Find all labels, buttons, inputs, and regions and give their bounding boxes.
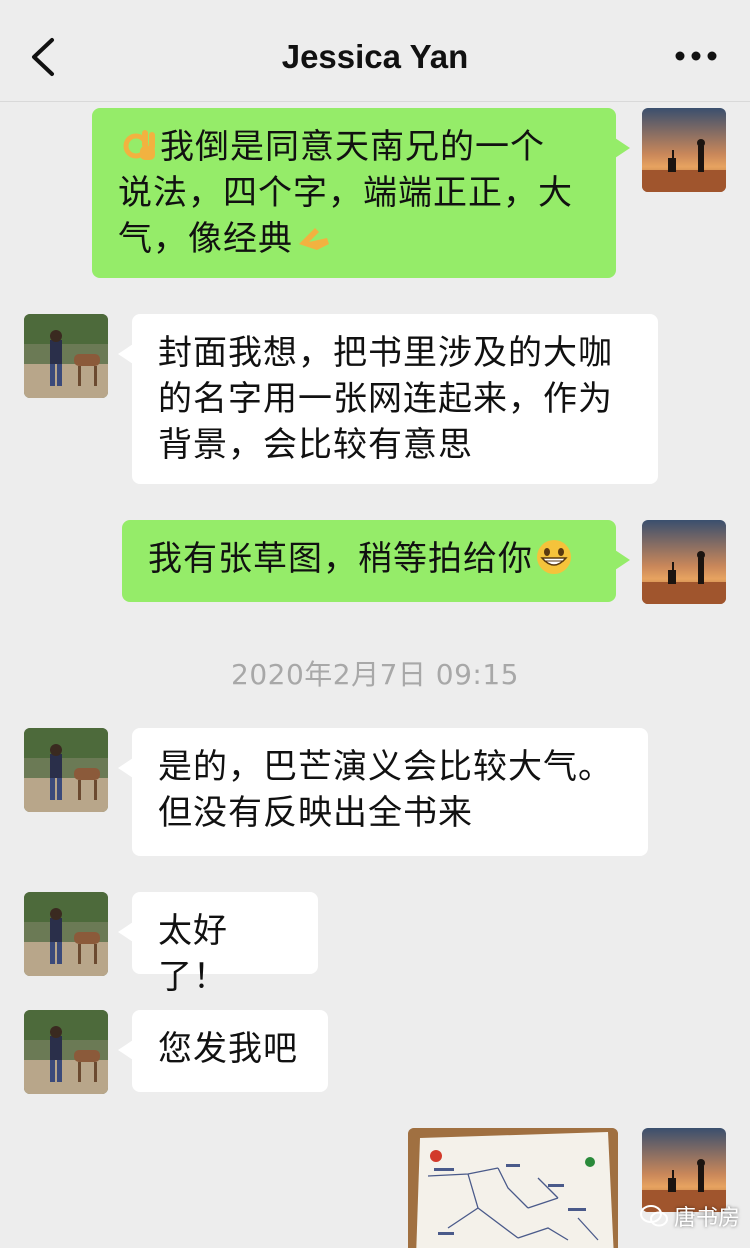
message-line: 我有张草图，稍等拍给你: [148, 536, 590, 582]
grinning-face-emoji-icon: [537, 540, 571, 574]
message-line: 的名字用一张网连起来，作为: [158, 379, 613, 419]
message-line: 封面我想，把书里涉及的大咖: [158, 333, 613, 373]
message-line: 您发我吧: [158, 1029, 298, 1069]
message-line: 气，像经典: [118, 216, 590, 262]
message-bubble-received[interactable]: 封面我想，把书里涉及的大咖 的名字用一张网连起来，作为 背景，会比较有意思: [118, 314, 658, 484]
message-line: 说法，四个字，端端正正，大: [118, 173, 573, 213]
ok-hand-emoji-icon: [123, 130, 155, 160]
my-avatar[interactable]: [642, 108, 726, 192]
contact-avatar[interactable]: [24, 728, 108, 812]
message-line: 背景，会比较有意思: [158, 425, 473, 465]
message-line: 但没有反映出全书来: [158, 793, 473, 833]
message-bubble-sent[interactable]: 我有张草图，稍等拍给你: [122, 520, 630, 602]
contact-avatar[interactable]: [24, 892, 108, 976]
message-bubble-received[interactable]: 是的，巴芒演义会比较大气。 但没有反映出全书来: [118, 728, 648, 856]
message-line: 是的，巴芒演义会比较大气。: [158, 747, 613, 787]
message-bubble-received[interactable]: 太好了！: [118, 892, 318, 997]
chat-header: Jessica Yan: [0, 0, 750, 102]
wechat-logo-icon: [640, 1205, 668, 1227]
more-options-icon[interactable]: [672, 48, 720, 64]
message-bubble-sent[interactable]: 我倒是同意天南兄的一个 说法，四个字，端端正正，大 气，像经典: [92, 108, 630, 278]
my-avatar[interactable]: [642, 520, 726, 604]
message-line: 我倒是同意天南兄的一个: [118, 124, 590, 170]
pointing-hand-emoji-icon: [299, 228, 329, 250]
contact-avatar[interactable]: [24, 1010, 108, 1094]
watermark: 唐书房: [640, 1200, 740, 1232]
chat-title: Jessica Yan: [281, 38, 469, 75]
sketch-photo-message[interactable]: [408, 1128, 618, 1248]
message-bubble-received[interactable]: 您发我吧: [118, 1010, 328, 1092]
chat-timestamp: 2020年2月7日 09:15: [231, 658, 519, 691]
message-line: 太好了！: [158, 911, 228, 997]
contact-avatar[interactable]: [24, 314, 108, 398]
